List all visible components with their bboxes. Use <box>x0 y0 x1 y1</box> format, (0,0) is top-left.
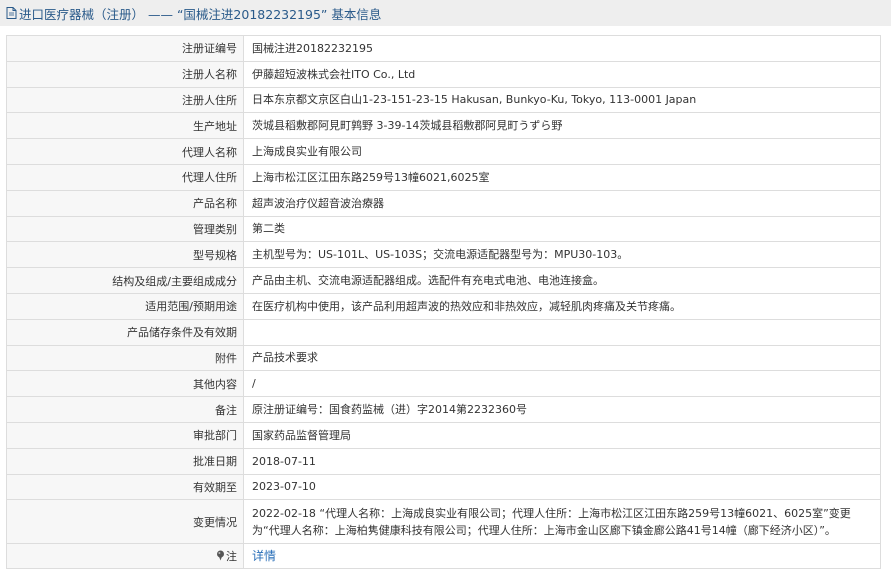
details-link[interactable]: 详情 <box>252 549 276 563</box>
field-label: 管理类别 <box>6 215 244 243</box>
device-info-table: 注册证编号 国械注进20182232195 注册人名称 伊藤超短波株式会社ITO Co… <box>6 35 881 570</box>
field-label: 其他内容 <box>6 370 244 398</box>
table-row: 管理类别 第二类 <box>6 215 881 243</box>
table-row: 适用范围/预期用途 在医疗机构中使用，该产品利用超声波的热效应和非热效应，减轻肌肉… <box>6 292 881 320</box>
table-row: 结构及组成/主要组成成分 产品由主机、交流电源适配器组成。选配件有充电式电池、电池… <box>6 267 881 294</box>
field-value: 2022-02-18 “代理人名称：上海成良实业有限公司；代理人住所：上海市松江… <box>243 499 881 545</box>
field-value: 国械注进20182232195 <box>243 35 881 62</box>
table-row: 代理人住所 上海市松江区江田东路259号13幢6021,6025室 <box>6 163 881 191</box>
field-value: 2018-07-11 <box>243 447 881 475</box>
table-row: 变更情况 2022-02-18 “代理人名称：上海成良实业有限公司；代理人住所：上… <box>6 499 881 545</box>
field-label: 备注 <box>6 396 244 423</box>
field-label: 批准日期 <box>6 447 244 475</box>
field-label: 变更情况 <box>6 499 244 545</box>
field-label: 注册证编号 <box>6 35 244 62</box>
field-value: 日本东京都文京区白山1-23-151-23-15 Hakusan, Bunkyo… <box>243 86 881 114</box>
field-label: 适用范围/预期用途 <box>6 292 244 320</box>
table-row: 附件 产品技术要求 <box>6 344 881 372</box>
field-value: 第二类 <box>243 215 881 243</box>
field-label: 代理人名称 <box>6 138 244 165</box>
table-row: 审批部门 国家药品监督管理局 <box>6 421 881 449</box>
field-value: 产品技术要求 <box>243 344 881 372</box>
field-label: 有效期至 <box>6 473 244 501</box>
table-row: 备注 原注册证编号：国食药监械（进）字2014第2232360号 <box>6 396 881 423</box>
field-value: 主机型号为：US-101L、US-103S；交流电源适配器型号为：MPU30-1… <box>243 241 881 269</box>
table-row: 产品名称 超声波治疗仪超音波治療器 <box>6 189 881 217</box>
field-value: 在医疗机构中使用，该产品利用超声波的热效应和非热效应，减轻肌肉疼痛及关节疼痛。 <box>243 292 881 320</box>
field-label: 生产地址 <box>6 112 244 140</box>
field-label: 审批部门 <box>6 421 244 449</box>
field-label: 注册人住所 <box>6 86 244 114</box>
field-label: 型号规格 <box>6 241 244 269</box>
document-icon <box>6 7 17 19</box>
field-label: 结构及组成/主要组成成分 <box>6 267 244 294</box>
field-label: 注册人名称 <box>6 60 244 88</box>
table-row: 注册人名称 伊藤超短波株式会社ITO Co., Ltd <box>6 60 881 88</box>
field-value: 上海成良实业有限公司 <box>243 138 881 165</box>
table-row: 代理人名称 上海成良实业有限公司 <box>6 138 881 165</box>
field-label: 产品储存条件及有效期 <box>6 318 244 346</box>
page-header: 进口医疗器械（注册） —— “国械注进20182232195” 基本信息 <box>0 0 891 26</box>
note-value-cell: 详情 <box>243 543 881 570</box>
table-row: 注册证编号 国械注进20182232195 <box>6 35 881 62</box>
table-row: 其他内容 / <box>6 370 881 398</box>
table-row: 生产地址 茨城县稻敷郡阿見町鹑野 3-39-14茨城县稻敷郡阿見町うずら野 <box>6 112 881 140</box>
note-label-cell: 注 <box>6 543 244 570</box>
field-value: 超声波治疗仪超音波治療器 <box>243 189 881 217</box>
page-title: 进口医疗器械（注册） —— “国械注进20182232195” 基本信息 <box>19 6 382 22</box>
table-row: 产品储存条件及有效期 <box>6 318 881 346</box>
table-row: 型号规格 主机型号为：US-101L、US-103S；交流电源适配器型号为：MPU… <box>6 241 881 269</box>
pin-icon <box>216 550 225 564</box>
note-label: 注 <box>226 550 237 564</box>
field-value <box>243 318 881 346</box>
field-label: 附件 <box>6 344 244 372</box>
field-value: 国家药品监督管理局 <box>243 421 881 449</box>
field-value: 原注册证编号：国食药监械（进）字2014第2232360号 <box>243 396 881 423</box>
note-row: 注 详情 <box>6 543 881 570</box>
table-row: 注册人住所 日本东京都文京区白山1-23-151-23-15 Hakusan, B… <box>6 86 881 114</box>
field-value: / <box>243 370 881 398</box>
field-value: 茨城县稻敷郡阿見町鹑野 3-39-14茨城县稻敷郡阿見町うずら野 <box>243 112 881 140</box>
table-row: 有效期至 2023-07-10 <box>6 473 881 501</box>
field-value: 上海市松江区江田东路259号13幢6021,6025室 <box>243 163 881 191</box>
field-label: 产品名称 <box>6 189 244 217</box>
field-label: 代理人住所 <box>6 163 244 191</box>
field-value: 产品由主机、交流电源适配器组成。选配件有充电式电池、电池连接盒。 <box>243 267 881 294</box>
table-row: 批准日期 2018-07-11 <box>6 447 881 475</box>
field-value: 2023-07-10 <box>243 473 881 501</box>
field-value: 伊藤超短波株式会社ITO Co., Ltd <box>243 60 881 88</box>
